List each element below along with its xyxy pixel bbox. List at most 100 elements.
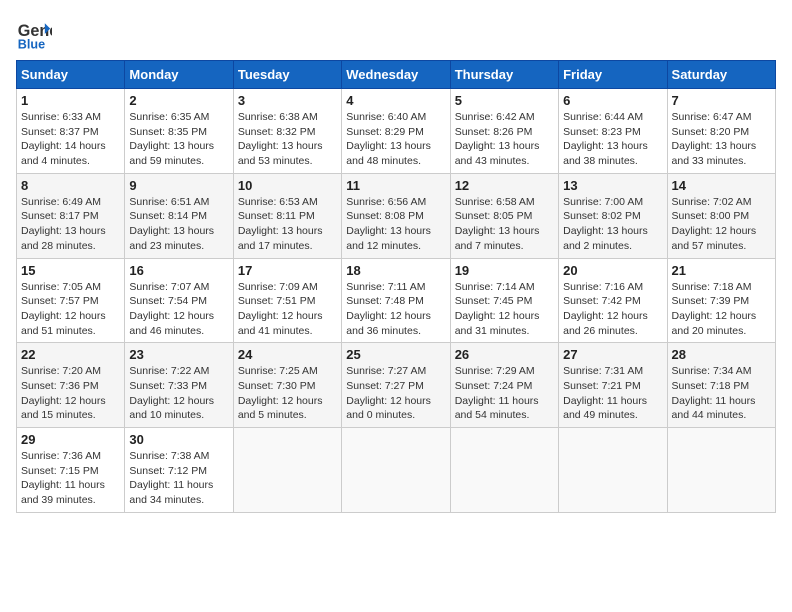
- day-info: Sunrise: 6:53 AMSunset: 8:11 PMDaylight:…: [238, 195, 337, 254]
- day-info: Sunrise: 7:25 AMSunset: 7:30 PMDaylight:…: [238, 364, 337, 423]
- calendar-cell: 24 Sunrise: 7:25 AMSunset: 7:30 PMDayligh…: [233, 343, 341, 428]
- day-number: 30: [129, 432, 228, 447]
- day-info: Sunrise: 7:00 AMSunset: 8:02 PMDaylight:…: [563, 195, 662, 254]
- day-info: Sunrise: 6:42 AMSunset: 8:26 PMDaylight:…: [455, 110, 554, 169]
- calendar-cell: [233, 428, 341, 513]
- day-info: Sunrise: 7:11 AMSunset: 7:48 PMDaylight:…: [346, 280, 445, 339]
- day-info: Sunrise: 7:20 AMSunset: 7:36 PMDaylight:…: [21, 364, 120, 423]
- day-info: Sunrise: 7:14 AMSunset: 7:45 PMDaylight:…: [455, 280, 554, 339]
- calendar-cell: 4 Sunrise: 6:40 AMSunset: 8:29 PMDaylight…: [342, 89, 450, 174]
- day-info: Sunrise: 7:09 AMSunset: 7:51 PMDaylight:…: [238, 280, 337, 339]
- day-info: Sunrise: 6:40 AMSunset: 8:29 PMDaylight:…: [346, 110, 445, 169]
- calendar-cell: 25 Sunrise: 7:27 AMSunset: 7:27 PMDayligh…: [342, 343, 450, 428]
- calendar-body: 1 Sunrise: 6:33 AMSunset: 8:37 PMDaylight…: [17, 89, 776, 513]
- day-info: Sunrise: 6:51 AMSunset: 8:14 PMDaylight:…: [129, 195, 228, 254]
- day-info: Sunrise: 7:27 AMSunset: 7:27 PMDaylight:…: [346, 364, 445, 423]
- day-number: 25: [346, 347, 445, 362]
- calendar-cell: 2Sunrise: 6:35 AMSunset: 8:35 PMDaylight…: [125, 89, 233, 174]
- day-number: 24: [238, 347, 337, 362]
- day-info: Sunrise: 6:33 AMSunset: 8:37 PMDaylight:…: [21, 110, 120, 169]
- day-number: 5: [455, 93, 554, 108]
- day-number: 14: [672, 178, 771, 193]
- calendar-header: SundayMondayTuesdayWednesdayThursdayFrid…: [17, 61, 776, 89]
- calendar-cell: 7 Sunrise: 6:47 AMSunset: 8:20 PMDaylight…: [667, 89, 775, 174]
- calendar-cell: 23Sunrise: 7:22 AMSunset: 7:33 PMDayligh…: [125, 343, 233, 428]
- calendar-cell: [342, 428, 450, 513]
- day-info: Sunrise: 6:44 AMSunset: 8:23 PMDaylight:…: [563, 110, 662, 169]
- calendar-cell: 17 Sunrise: 7:09 AMSunset: 7:51 PMDayligh…: [233, 258, 341, 343]
- calendar-cell: 26 Sunrise: 7:29 AMSunset: 7:24 PMDayligh…: [450, 343, 558, 428]
- weekday-header: Monday: [125, 61, 233, 89]
- day-info: Sunrise: 7:16 AMSunset: 7:42 PMDaylight:…: [563, 280, 662, 339]
- day-number: 16: [129, 263, 228, 278]
- day-info: Sunrise: 7:29 AMSunset: 7:24 PMDaylight:…: [455, 364, 554, 423]
- calendar-cell: 21Sunrise: 7:18 AMSunset: 7:39 PMDayligh…: [667, 258, 775, 343]
- calendar-week-row: 15 Sunrise: 7:05 AMSunset: 7:57 PMDayligh…: [17, 258, 776, 343]
- weekday-header: Friday: [559, 61, 667, 89]
- calendar-cell: 30 Sunrise: 7:38 AMSunset: 7:12 PMDayligh…: [125, 428, 233, 513]
- day-info: Sunrise: 7:34 AMSunset: 7:18 PMDaylight:…: [672, 364, 771, 423]
- calendar-cell: [559, 428, 667, 513]
- calendar-cell: 22 Sunrise: 7:20 AMSunset: 7:36 PMDayligh…: [17, 343, 125, 428]
- calendar-cell: [667, 428, 775, 513]
- day-number: 8: [21, 178, 120, 193]
- calendar-week-row: 22 Sunrise: 7:20 AMSunset: 7:36 PMDayligh…: [17, 343, 776, 428]
- day-number: 17: [238, 263, 337, 278]
- calendar-cell: 29Sunrise: 7:36 AMSunset: 7:15 PMDayligh…: [17, 428, 125, 513]
- day-number: 2: [129, 93, 228, 108]
- day-number: 7: [672, 93, 771, 108]
- page-header: General Blue: [16, 16, 776, 52]
- weekday-header: Saturday: [667, 61, 775, 89]
- day-info: Sunrise: 7:07 AMSunset: 7:54 PMDaylight:…: [129, 280, 228, 339]
- calendar-table: SundayMondayTuesdayWednesdayThursdayFrid…: [16, 60, 776, 513]
- day-number: 6: [563, 93, 662, 108]
- calendar-cell: 13 Sunrise: 7:00 AMSunset: 8:02 PMDayligh…: [559, 173, 667, 258]
- calendar-cell: 9 Sunrise: 6:51 AMSunset: 8:14 PMDaylight…: [125, 173, 233, 258]
- day-number: 9: [129, 178, 228, 193]
- day-info: Sunrise: 6:49 AMSunset: 8:17 PMDaylight:…: [21, 195, 120, 254]
- calendar-cell: 19 Sunrise: 7:14 AMSunset: 7:45 PMDayligh…: [450, 258, 558, 343]
- day-number: 11: [346, 178, 445, 193]
- calendar-cell: 12 Sunrise: 6:58 AMSunset: 8:05 PMDayligh…: [450, 173, 558, 258]
- day-number: 26: [455, 347, 554, 362]
- day-info: Sunrise: 7:05 AMSunset: 7:57 PMDaylight:…: [21, 280, 120, 339]
- day-number: 18: [346, 263, 445, 278]
- day-info: Sunrise: 7:38 AMSunset: 7:12 PMDaylight:…: [129, 449, 228, 508]
- day-info: Sunrise: 7:31 AMSunset: 7:21 PMDaylight:…: [563, 364, 662, 423]
- calendar-week-row: 1 Sunrise: 6:33 AMSunset: 8:37 PMDaylight…: [17, 89, 776, 174]
- day-info: Sunrise: 6:56 AMSunset: 8:08 PMDaylight:…: [346, 195, 445, 254]
- weekday-header: Tuesday: [233, 61, 341, 89]
- day-number: 4: [346, 93, 445, 108]
- day-number: 28: [672, 347, 771, 362]
- calendar-cell: 28 Sunrise: 7:34 AMSunset: 7:18 PMDayligh…: [667, 343, 775, 428]
- day-number: 1: [21, 93, 120, 108]
- calendar-cell: 3 Sunrise: 6:38 AMSunset: 8:32 PMDaylight…: [233, 89, 341, 174]
- logo-icon: General Blue: [16, 16, 52, 52]
- day-info: Sunrise: 6:58 AMSunset: 8:05 PMDaylight:…: [455, 195, 554, 254]
- day-number: 19: [455, 263, 554, 278]
- calendar-cell: 16 Sunrise: 7:07 AMSunset: 7:54 PMDayligh…: [125, 258, 233, 343]
- calendar-cell: 6 Sunrise: 6:44 AMSunset: 8:23 PMDaylight…: [559, 89, 667, 174]
- calendar-cell: 8 Sunrise: 6:49 AMSunset: 8:17 PMDaylight…: [17, 173, 125, 258]
- day-number: 15: [21, 263, 120, 278]
- weekday-header: Thursday: [450, 61, 558, 89]
- day-number: 29: [21, 432, 120, 447]
- day-number: 23: [129, 347, 228, 362]
- day-info: Sunrise: 6:47 AMSunset: 8:20 PMDaylight:…: [672, 110, 771, 169]
- day-number: 22: [21, 347, 120, 362]
- weekday-header: Wednesday: [342, 61, 450, 89]
- day-number: 12: [455, 178, 554, 193]
- svg-text:Blue: Blue: [18, 37, 45, 51]
- calendar-cell: 15 Sunrise: 7:05 AMSunset: 7:57 PMDayligh…: [17, 258, 125, 343]
- day-number: 3: [238, 93, 337, 108]
- calendar-cell: 27Sunrise: 7:31 AMSunset: 7:21 PMDayligh…: [559, 343, 667, 428]
- day-number: 10: [238, 178, 337, 193]
- calendar-cell: 5 Sunrise: 6:42 AMSunset: 8:26 PMDaylight…: [450, 89, 558, 174]
- calendar-cell: [450, 428, 558, 513]
- calendar-cell: 11 Sunrise: 6:56 AMSunset: 8:08 PMDayligh…: [342, 173, 450, 258]
- day-number: 13: [563, 178, 662, 193]
- calendar-week-row: 8 Sunrise: 6:49 AMSunset: 8:17 PMDaylight…: [17, 173, 776, 258]
- calendar-week-row: 29Sunrise: 7:36 AMSunset: 7:15 PMDayligh…: [17, 428, 776, 513]
- day-info: Sunrise: 6:38 AMSunset: 8:32 PMDaylight:…: [238, 110, 337, 169]
- day-info: Sunrise: 7:18 AMSunset: 7:39 PMDaylight:…: [672, 280, 771, 339]
